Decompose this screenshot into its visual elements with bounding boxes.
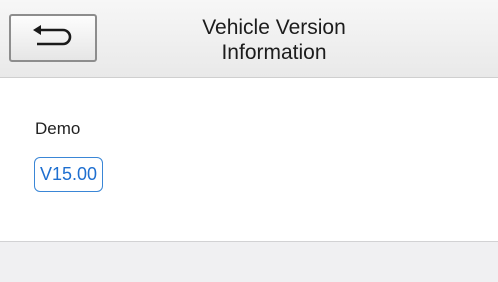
back-button[interactable]	[9, 14, 97, 62]
page-title-line-2: Information	[221, 41, 327, 64]
back-arrow-icon	[33, 25, 72, 46]
bottom-toolbar	[0, 241, 498, 282]
title-bar: Vehicle Version Information	[0, 0, 498, 78]
page-title-line-1: Vehicle Version	[202, 16, 346, 39]
version-badge[interactable]: V15.00	[34, 157, 104, 192]
version-info-panel: Demo V15.00	[0, 78, 498, 241]
page-title: Vehicle Version Information	[110, 15, 438, 65]
vehicle-name-label: Demo	[35, 119, 81, 138]
